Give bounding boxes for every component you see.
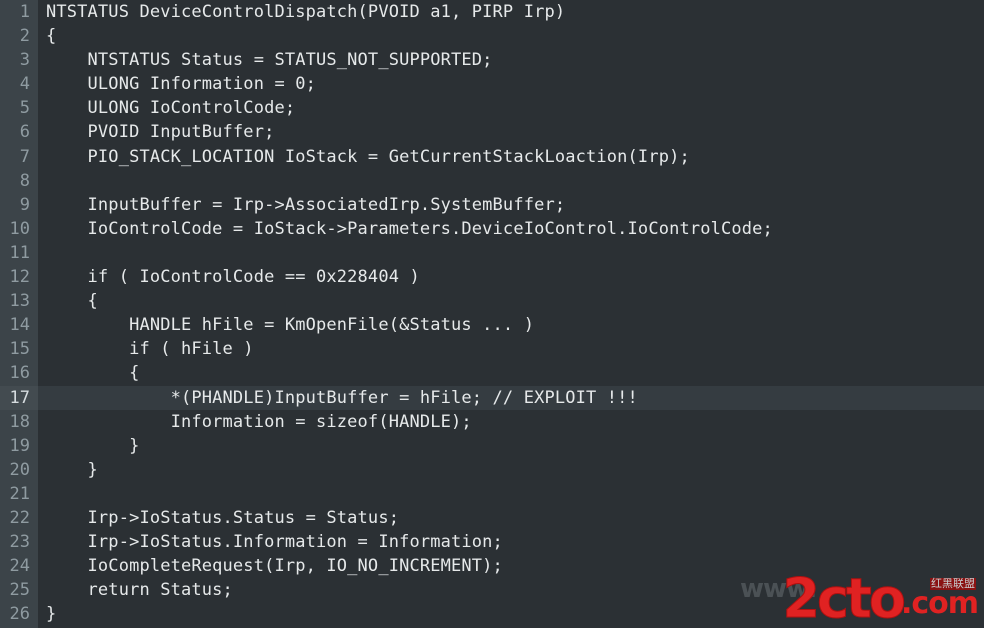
line-source-text[interactable]: } xyxy=(46,458,98,482)
line-number: 26 xyxy=(0,602,30,626)
code-content[interactable]: 1 NTSTATUS DeviceControlDispatch(PVOID a1… xyxy=(0,0,984,628)
line-number: 18 xyxy=(0,410,30,434)
line-number: 16 xyxy=(0,361,30,385)
code-line[interactable]: 3 NTSTATUS Status = STATUS_NOT_SUPPORTED… xyxy=(0,48,984,72)
code-line[interactable]: 4 ULONG Information = 0; xyxy=(0,72,984,96)
line-number: 5 xyxy=(0,96,30,120)
line-number: 12 xyxy=(0,265,30,289)
code-editor: 1 NTSTATUS DeviceControlDispatch(PVOID a1… xyxy=(0,0,984,628)
line-source-text[interactable]: IoControlCode = IoStack->Parameters.Devi… xyxy=(46,217,773,241)
line-number: 23 xyxy=(0,530,30,554)
code-line[interactable]: 14 HANDLE hFile = KmOpenFile(&Status ...… xyxy=(0,313,984,337)
line-source-text[interactable]: IoCompleteRequest(Irp, IO_NO_INCREMENT); xyxy=(46,554,503,578)
line-source-text[interactable]: Irp->IoStatus.Status = Status; xyxy=(46,506,399,530)
line-number: 24 xyxy=(0,554,30,578)
line-number: 6 xyxy=(0,120,30,144)
line-number: 3 xyxy=(0,48,30,72)
line-number: 21 xyxy=(0,482,30,506)
line-source-text[interactable]: { xyxy=(46,361,139,385)
code-line[interactable]: 24 IoCompleteRequest(Irp, IO_NO_INCREMEN… xyxy=(0,554,984,578)
code-line[interactable]: 16 { xyxy=(0,361,984,385)
line-number: 14 xyxy=(0,313,30,337)
code-line[interactable]: 19 } xyxy=(0,434,984,458)
line-number: 7 xyxy=(0,145,30,169)
code-line[interactable]: 20 } xyxy=(0,458,984,482)
line-source-text[interactable]: Information = sizeof(HANDLE); xyxy=(46,410,472,434)
line-number: 4 xyxy=(0,72,30,96)
line-source-text[interactable]: return Status; xyxy=(46,578,233,602)
code-line[interactable]: 25 return Status; xyxy=(0,578,984,602)
line-number: 8 xyxy=(0,169,30,193)
line-highlight xyxy=(38,241,984,265)
line-source-text[interactable]: NTSTATUS DeviceControlDispatch(PVOID a1,… xyxy=(46,0,565,24)
code-line[interactable]: 17 *(PHANDLE)InputBuffer = hFile; // EXP… xyxy=(0,386,984,410)
line-highlight xyxy=(38,24,984,48)
line-number: 19 xyxy=(0,434,30,458)
line-number: 1 xyxy=(0,0,30,24)
line-source-text[interactable]: if ( IoControlCode == 0x228404 ) xyxy=(46,265,420,289)
code-line[interactable]: 10 IoControlCode = IoStack->Parameters.D… xyxy=(0,217,984,241)
code-line[interactable]: 8 xyxy=(0,169,984,193)
line-highlight xyxy=(38,361,984,385)
code-line[interactable]: 26} xyxy=(0,602,984,626)
code-line[interactable]: 9 InputBuffer = Irp->AssociatedIrp.Syste… xyxy=(0,193,984,217)
line-source-text[interactable]: { xyxy=(46,24,56,48)
line-source-text[interactable]: ULONG IoControlCode; xyxy=(46,96,295,120)
line-number: 2 xyxy=(0,24,30,48)
line-highlight xyxy=(38,434,984,458)
code-line[interactable]: 21 xyxy=(0,482,984,506)
line-highlight xyxy=(38,169,984,193)
code-line[interactable]: 2{ xyxy=(0,24,984,48)
line-highlight xyxy=(38,458,984,482)
code-line[interactable]: 13 { xyxy=(0,289,984,313)
line-source-text[interactable]: InputBuffer = Irp->AssociatedIrp.SystemB… xyxy=(46,193,565,217)
code-line[interactable]: 1 NTSTATUS DeviceControlDispatch(PVOID a1… xyxy=(0,0,984,24)
line-highlight xyxy=(38,602,984,626)
line-source-text[interactable]: { xyxy=(46,289,98,313)
line-source-text[interactable]: HANDLE hFile = KmOpenFile(&Status ... ) xyxy=(46,313,534,337)
code-line[interactable]: 15 if ( hFile ) xyxy=(0,337,984,361)
code-line[interactable]: 22 Irp->IoStatus.Status = Status; xyxy=(0,506,984,530)
code-line[interactable]: 18 Information = sizeof(HANDLE); xyxy=(0,410,984,434)
line-number: 17 xyxy=(0,386,30,410)
line-source-text[interactable]: NTSTATUS Status = STATUS_NOT_SUPPORTED; xyxy=(46,48,493,72)
line-source-text[interactable]: ULONG Information = 0; xyxy=(46,72,316,96)
line-number: 10 xyxy=(0,217,30,241)
code-line[interactable]: 11 xyxy=(0,241,984,265)
line-source-text[interactable]: } xyxy=(46,434,139,458)
code-line[interactable]: 7 PIO_STACK_LOCATION IoStack = GetCurren… xyxy=(0,145,984,169)
line-highlight xyxy=(38,482,984,506)
line-source-text[interactable]: *(PHANDLE)InputBuffer = hFile; // EXPLOI… xyxy=(46,386,638,410)
line-highlight xyxy=(38,289,984,313)
line-number: 20 xyxy=(0,458,30,482)
line-number: 25 xyxy=(0,578,30,602)
code-line[interactable]: 12 if ( IoControlCode == 0x228404 ) xyxy=(0,265,984,289)
line-number: 15 xyxy=(0,337,30,361)
line-source-text[interactable]: PVOID InputBuffer; xyxy=(46,120,274,144)
line-source-text[interactable]: } xyxy=(46,602,56,626)
line-source-text[interactable]: if ( hFile ) xyxy=(46,337,254,361)
code-line[interactable]: 5 ULONG IoControlCode; xyxy=(0,96,984,120)
line-source-text[interactable]: Irp->IoStatus.Information = Information; xyxy=(46,530,503,554)
line-number: 22 xyxy=(0,506,30,530)
code-line[interactable]: 23 Irp->IoStatus.Information = Informati… xyxy=(0,530,984,554)
code-line[interactable]: 6 PVOID InputBuffer; xyxy=(0,120,984,144)
line-source-text[interactable]: PIO_STACK_LOCATION IoStack = GetCurrentS… xyxy=(46,145,690,169)
line-number: 11 xyxy=(0,241,30,265)
line-number: 13 xyxy=(0,289,30,313)
line-number: 9 xyxy=(0,193,30,217)
